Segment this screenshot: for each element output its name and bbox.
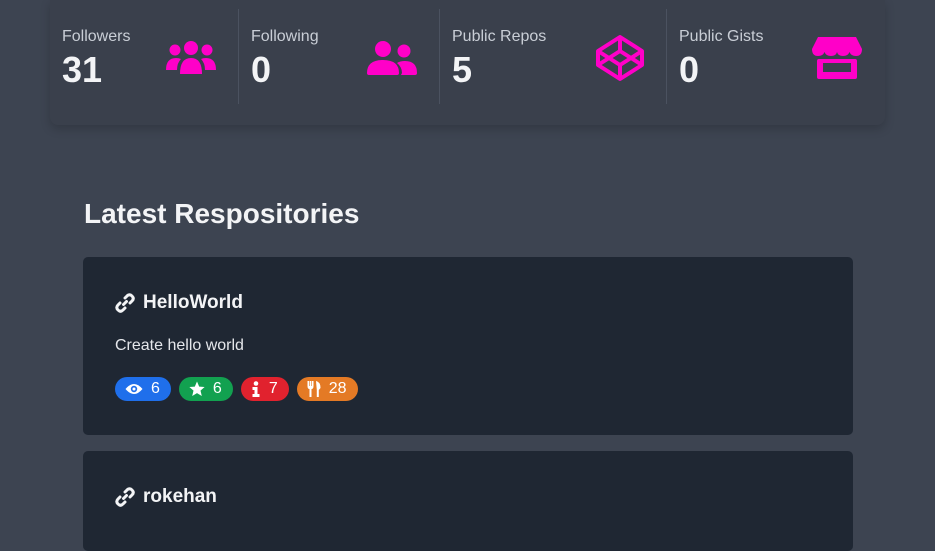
watchers-count: 6 bbox=[151, 380, 160, 397]
stat-title: Public Repos bbox=[452, 28, 547, 45]
repo-description: Create hello world bbox=[115, 337, 244, 354]
stats-card: Followers 31 Following 0 Public Repos 5 … bbox=[50, 0, 885, 125]
repo-badges: 6 6 7 28 bbox=[115, 377, 358, 401]
section-title: Latest Respositories bbox=[84, 198, 360, 229]
forks-badge: 28 bbox=[296, 377, 358, 401]
stat-value: 31 bbox=[62, 49, 103, 90]
store-icon bbox=[812, 37, 862, 79]
stat-following: Following 0 bbox=[239, 9, 440, 104]
stat-public-gists: Public Gists 0 bbox=[667, 9, 885, 104]
repo-link[interactable]: rokehan bbox=[115, 486, 217, 508]
repo-link[interactable]: HelloWorld bbox=[115, 292, 243, 314]
utensils-icon bbox=[307, 381, 321, 397]
issues-count: 7 bbox=[268, 380, 278, 397]
stat-followers: Followers 31 bbox=[50, 9, 239, 104]
stars-badge: 6 bbox=[178, 377, 233, 401]
watchers-badge: 6 bbox=[115, 377, 171, 401]
issues-badge: 7 bbox=[240, 377, 289, 401]
link-icon bbox=[115, 487, 135, 507]
repo-card[interactable]: HelloWorld Create hello world 6 6 7 28 bbox=[83, 257, 853, 435]
codepen-icon bbox=[595, 34, 645, 82]
stat-public-repos: Public Repos 5 bbox=[440, 9, 667, 104]
repo-name: HelloWorld bbox=[143, 292, 243, 313]
eye-icon bbox=[125, 383, 143, 395]
stat-title: Public Gists bbox=[679, 28, 764, 45]
stat-value: 5 bbox=[452, 49, 473, 90]
users-icon bbox=[166, 40, 216, 76]
repo-card[interactable]: rokehan bbox=[83, 451, 853, 551]
repo-name: rokehan bbox=[143, 486, 217, 507]
stat-title: Following bbox=[251, 28, 319, 45]
link-icon bbox=[115, 293, 135, 313]
stat-value: 0 bbox=[251, 49, 272, 90]
stat-title: Followers bbox=[62, 28, 131, 45]
info-icon bbox=[251, 381, 261, 397]
star-icon bbox=[189, 381, 205, 397]
user-friends-icon bbox=[367, 40, 417, 76]
forks-count: 28 bbox=[328, 380, 347, 397]
stars-count: 6 bbox=[212, 380, 222, 397]
stat-value: 0 bbox=[679, 49, 700, 90]
